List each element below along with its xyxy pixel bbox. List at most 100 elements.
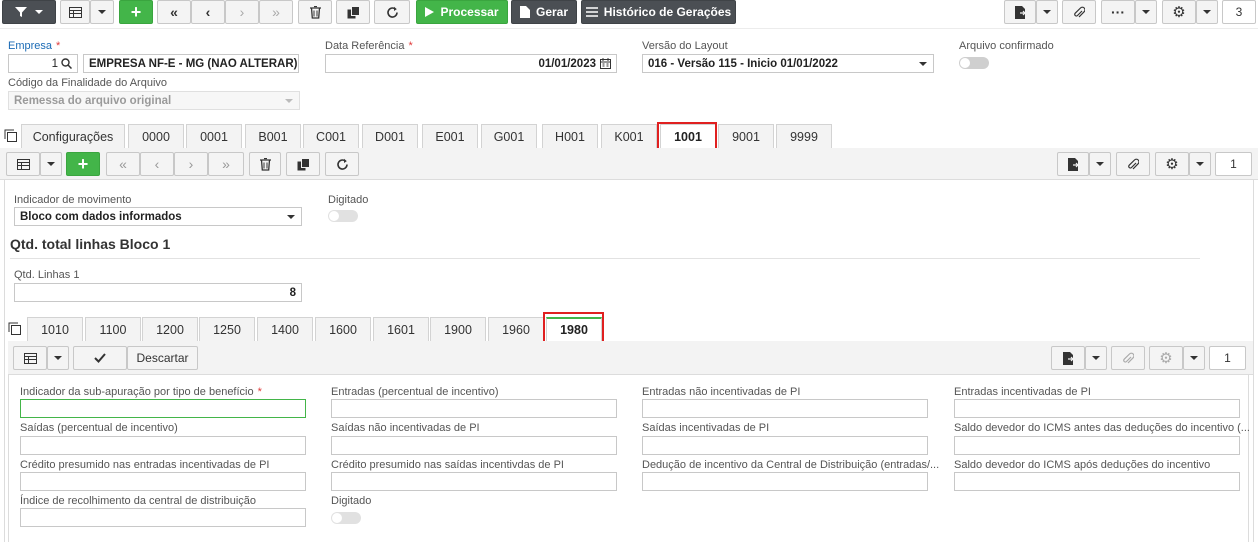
credito-presumido-saidas-label: Crédito presumido nas saídas incentivdas… (331, 459, 564, 471)
credito-presumido-entradas-field[interactable] (20, 472, 306, 491)
delete-button[interactable] (298, 0, 332, 24)
saldo-devedor-antes-field[interactable] (954, 436, 1240, 455)
register-digitado-toggle[interactable] (331, 512, 361, 524)
tab-1250[interactable]: 1250 (199, 317, 255, 341)
more-options-button[interactable]: ··· (1101, 0, 1135, 24)
entradas-percentual-field[interactable] (331, 399, 617, 418)
block-export-dropdown[interactable] (1089, 152, 1111, 176)
tab-1600[interactable]: 1600 (315, 317, 371, 341)
tab-1010[interactable]: 1010 (27, 317, 83, 341)
attachment-button[interactable] (1062, 0, 1096, 24)
tab-0001[interactable]: 0001 (186, 124, 242, 148)
saldo-devedor-apos-field[interactable] (954, 472, 1240, 491)
process-button[interactable]: Processar (416, 0, 508, 24)
discard-button[interactable]: Descartar (127, 346, 198, 370)
chevron-down-icon (35, 10, 43, 14)
history-button[interactable]: Histórico de Gerações (581, 0, 736, 24)
block-previous-button[interactable]: ‹ (140, 152, 174, 176)
export-dropdown[interactable] (1036, 0, 1058, 24)
tab-h001[interactable]: H001 (542, 124, 598, 148)
indicador-movimento-select[interactable]: Bloco com dados informados (14, 207, 302, 226)
saidas-incentivadas-field[interactable] (642, 436, 928, 455)
tab-9999[interactable]: 9999 (776, 124, 832, 148)
last-record-button[interactable]: » (259, 0, 293, 24)
register-grid-view-dropdown[interactable] (47, 346, 69, 370)
tab-e001[interactable]: E001 (422, 124, 478, 148)
tab-0000[interactable]: 0000 (128, 124, 184, 148)
tab-1100[interactable]: 1100 (85, 317, 141, 341)
empresa-label: Empresa * (8, 40, 61, 52)
arquivo-confirmado-toggle[interactable] (959, 57, 989, 69)
confirm-button[interactable] (73, 346, 127, 370)
register-attachment-button[interactable] (1111, 346, 1145, 370)
block-grid-view-dropdown[interactable] (40, 152, 62, 176)
entradas-nao-incentivadas-field[interactable] (642, 399, 928, 418)
refresh-button[interactable] (374, 0, 410, 24)
table-icon (68, 6, 82, 18)
block-export-button[interactable] (1057, 152, 1089, 176)
tab-b001[interactable]: B001 (245, 124, 301, 148)
block-attachment-button[interactable] (1116, 152, 1150, 176)
tab-configuracoes[interactable]: Configurações (21, 124, 125, 148)
register-grid-view-button[interactable] (13, 346, 47, 370)
saidas-nao-incentivadas-field[interactable] (331, 436, 617, 455)
deducao-incentivo-field[interactable] (642, 472, 928, 491)
copy-button[interactable] (336, 0, 370, 24)
settings-button[interactable]: ⚙ (1162, 0, 1196, 24)
tab-1400[interactable]: 1400 (257, 317, 313, 341)
saldo-devedor-apos-label: Saldo devedor do ICMS após deduções do i… (954, 459, 1211, 471)
tab-c001[interactable]: C001 (303, 124, 359, 148)
versao-layout-select[interactable]: 016 - Versão 115 - Inicio 01/01/2022 (642, 54, 934, 73)
indicador-sub-apuracao-field[interactable] (20, 399, 306, 418)
tab-k001[interactable]: K001 (601, 124, 657, 148)
gear-icon: ⚙ (1159, 350, 1173, 367)
tab-1200[interactable]: 1200 (142, 317, 198, 341)
block-settings-dropdown[interactable] (1189, 152, 1211, 176)
block-delete-button[interactable] (249, 152, 281, 176)
data-referencia-field[interactable]: 01/01/2023 (325, 54, 617, 73)
saidas-percentual-field[interactable] (20, 436, 306, 455)
tab-1601[interactable]: 1601 (373, 317, 429, 341)
tab-1900[interactable]: 1900 (430, 317, 486, 341)
grid-view-button[interactable] (60, 0, 90, 24)
block-grid-view-button[interactable] (6, 152, 40, 176)
register-export-dropdown[interactable] (1085, 346, 1107, 370)
search-icon[interactable] (61, 58, 72, 69)
filter-icon (15, 7, 27, 17)
first-record-button[interactable]: « (157, 0, 191, 24)
trash-icon (259, 157, 271, 171)
credito-presumido-entradas-label: Crédito presumido nas entradas incentiva… (20, 459, 270, 471)
previous-record-button[interactable]: ‹ (191, 0, 225, 24)
register-settings-button[interactable]: ⚙ (1149, 346, 1183, 370)
tab-9001[interactable]: 9001 (718, 124, 774, 148)
grid-view-dropdown[interactable] (90, 0, 114, 24)
next-record-button[interactable]: › (225, 0, 259, 24)
digitado-toggle[interactable] (328, 210, 358, 222)
add-button[interactable]: + (119, 0, 153, 24)
generate-button[interactable]: Gerar (511, 0, 577, 24)
block-copy-button[interactable] (286, 152, 320, 176)
required-asterisk: * (257, 386, 262, 398)
export-button[interactable] (1004, 0, 1036, 24)
empresa-code-field[interactable]: 1 (8, 54, 78, 73)
block-first-button[interactable]: « (106, 152, 140, 176)
tab-1960[interactable]: 1960 (488, 317, 544, 341)
filter-button[interactable] (2, 0, 56, 24)
calendar-icon[interactable] (600, 58, 611, 69)
gear-icon: ⚙ (1165, 156, 1179, 173)
more-options-dropdown[interactable] (1135, 0, 1157, 24)
block-last-button[interactable]: » (208, 152, 244, 176)
settings-dropdown[interactable] (1196, 0, 1218, 24)
register-export-button[interactable] (1051, 346, 1085, 370)
block-next-button[interactable]: › (174, 152, 208, 176)
block-add-button[interactable]: + (66, 152, 100, 176)
entradas-incentivadas-field[interactable] (954, 399, 1240, 418)
top-toolbar: + « ‹ › » Processar Gerar Histórico de G… (0, 0, 1258, 26)
indice-recolhimento-field[interactable] (20, 508, 306, 527)
tab-d001[interactable]: D001 (362, 124, 418, 148)
register-settings-dropdown[interactable] (1183, 346, 1205, 370)
block-refresh-button[interactable] (325, 152, 359, 176)
block-settings-button[interactable]: ⚙ (1155, 152, 1189, 176)
credito-presumido-saidas-field[interactable] (331, 472, 617, 491)
tab-g001[interactable]: G001 (481, 124, 537, 148)
